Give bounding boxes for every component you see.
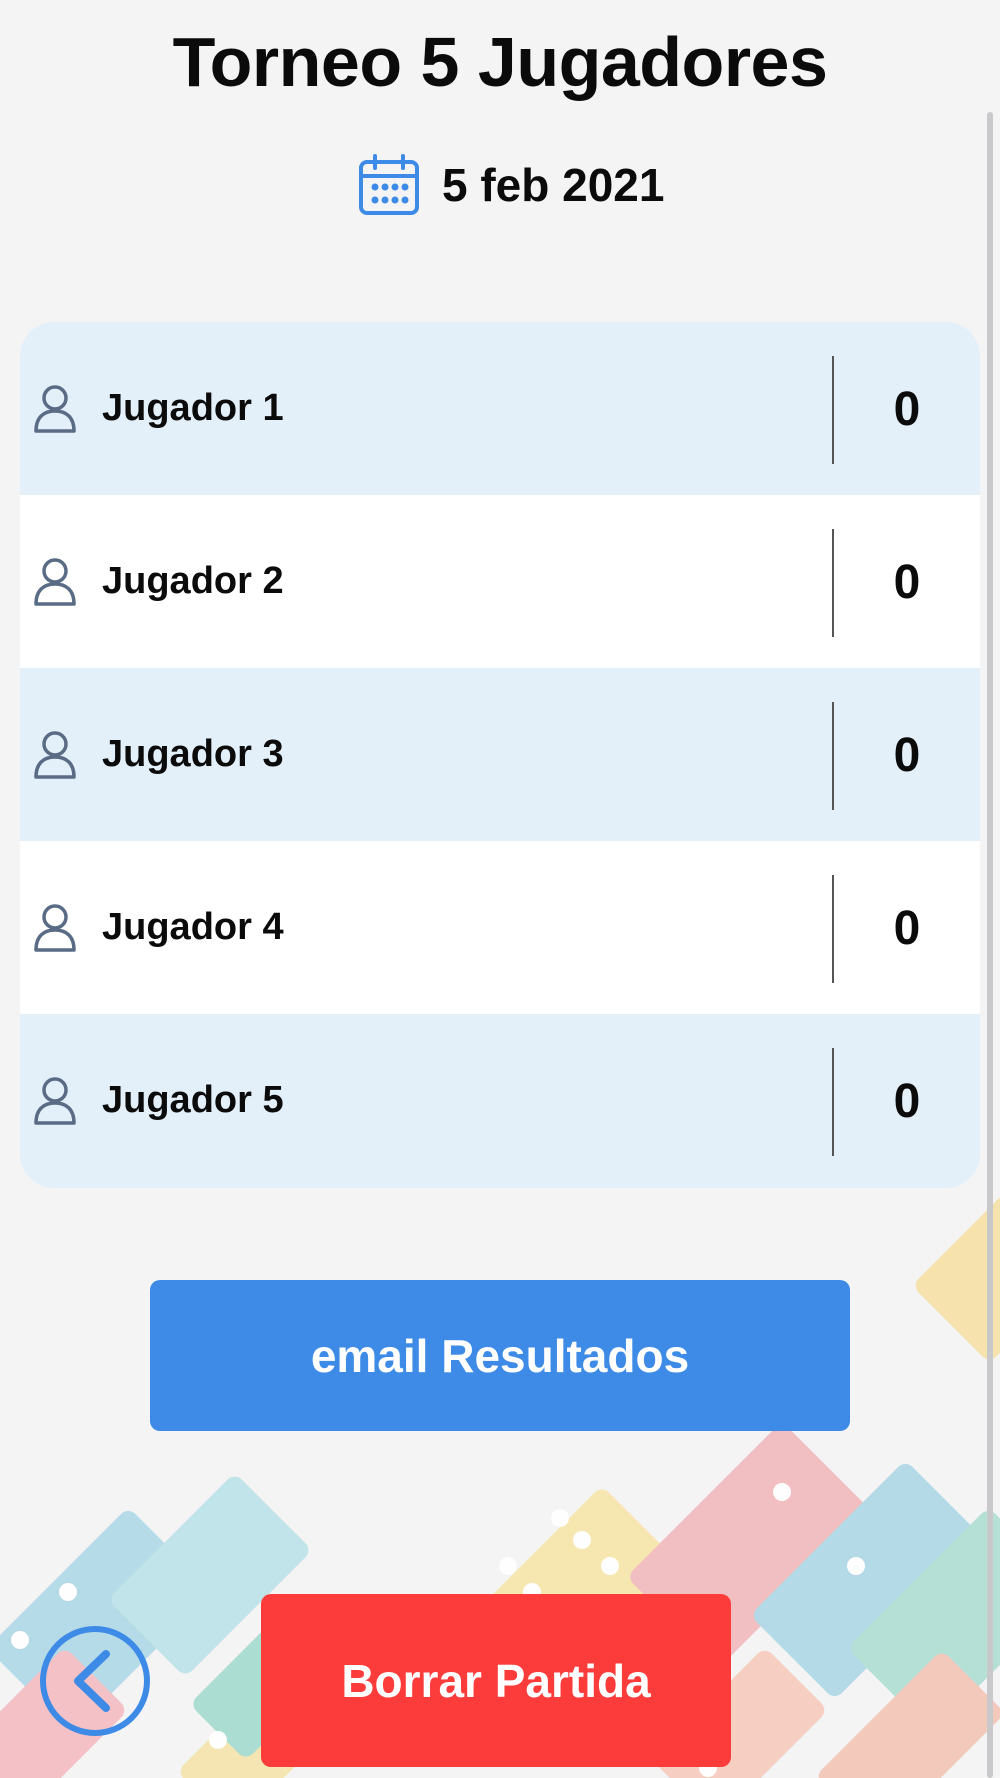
player-row[interactable]: Jugador 5 0 (20, 1014, 980, 1187)
date-row: 5 feb 2021 (358, 150, 664, 220)
player-score: 0 (893, 383, 921, 436)
chevron-left-icon (74, 1650, 110, 1712)
user-icon (34, 730, 76, 779)
player-name: Jugador 2 (102, 560, 284, 602)
player-name: Jugador 4 (102, 906, 284, 948)
player-name: Jugador 1 (102, 387, 284, 429)
player-score: 0 (893, 902, 921, 955)
tournament-date: 5 feb 2021 (442, 159, 665, 211)
player-name: Jugador 5 (102, 1079, 284, 1121)
user-icon (34, 557, 76, 606)
user-icon (34, 384, 76, 433)
player-score: 0 (893, 729, 921, 782)
page-title: Torneo 5 Jugadores (172, 23, 828, 101)
scrollbar[interactable] (987, 112, 993, 1778)
player-score: 0 (893, 556, 921, 609)
player-row[interactable]: Jugador 2 0 (20, 495, 980, 668)
players-list: Jugador 1 0 Jugador 2 0 Jugador 3 0 Juga… (20, 322, 980, 1188)
user-icon (34, 903, 76, 952)
email-results-button[interactable]: email Resultados (150, 1280, 850, 1431)
calendar-icon (359, 154, 419, 215)
delete-game-button[interactable]: Borrar Partida (261, 1594, 731, 1767)
player-score: 0 (893, 1075, 921, 1128)
back-button[interactable] (40, 1626, 150, 1736)
user-icon (34, 1076, 76, 1125)
player-row[interactable]: Jugador 3 0 (20, 668, 980, 841)
player-name: Jugador 3 (102, 733, 284, 775)
player-row[interactable]: Jugador 1 0 (20, 322, 980, 495)
player-row[interactable]: Jugador 4 0 (20, 841, 980, 1014)
